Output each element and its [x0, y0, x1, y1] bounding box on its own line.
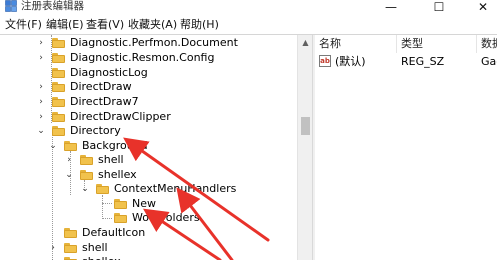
tree-item-label: DiagnosticLog	[70, 66, 148, 79]
folder-icon	[64, 242, 77, 253]
tree-item-shellex[interactable]: ⌄ shellex	[64, 167, 137, 182]
collapse-arrow-icon[interactable]: ⌄	[36, 123, 46, 138]
registry-editor-window: 注册表编辑器 — ☐ ✕ 文件(F) 编辑(E) 查看(V) 收藏夹(A) 帮助…	[0, 0, 497, 260]
tree-item-label: Diagnostic.Resmon.Config	[70, 51, 215, 64]
close-button[interactable]: ✕	[468, 0, 497, 14]
expand-arrow-icon[interactable]: ›	[64, 152, 74, 167]
folder-icon	[52, 37, 65, 48]
value-name[interactable]: (默认)	[335, 54, 366, 70]
folder-icon	[80, 169, 93, 180]
minimize-icon: —	[385, 0, 397, 14]
expand-arrow-icon[interactable]: ›	[36, 35, 46, 50]
scroll-thumb[interactable]	[301, 117, 310, 135]
collapse-arrow-icon[interactable]: ⌄	[80, 181, 90, 196]
tree-item-label: Directory	[70, 124, 121, 137]
collapse-arrow-icon[interactable]: ⌄	[48, 138, 58, 153]
tree-item-diagnostic-perfmon-document[interactable]: › Diagnostic.Perfmon.Document	[36, 35, 238, 50]
string-value-icon: ab	[319, 55, 331, 67]
tree-item-shell-2[interactable]: › shell	[48, 240, 108, 255]
tree-item-label: shellex	[98, 168, 137, 181]
folder-icon	[96, 183, 109, 194]
folder-icon	[52, 111, 65, 122]
menu-bar: 文件(F) 编辑(E) 查看(V) 收藏夹(A) 帮助(H)	[0, 16, 497, 34]
folder-icon	[64, 227, 77, 238]
menu-view[interactable]: 查看(V)	[86, 18, 124, 32]
tree-item-diagnostic-resmon-config[interactable]: › Diagnostic.Resmon.Config	[36, 50, 214, 65]
title-bar: 注册表编辑器 — ☐ ✕	[0, 0, 497, 16]
folder-icon	[52, 67, 65, 78]
folder-icon	[64, 140, 77, 151]
expander-placeholder	[36, 65, 46, 80]
value-type: REG_SZ	[401, 55, 445, 68]
tree-item-label: WorkFolders	[132, 211, 200, 224]
tree-vertical-scrollbar[interactable]: ▲	[297, 35, 312, 260]
tree-item-directdraw7[interactable]: › DirectDraw7	[36, 94, 139, 109]
menu-file[interactable]: 文件(F)	[5, 18, 42, 32]
tree-item-shell[interactable]: › shell	[64, 152, 124, 167]
folder-icon	[52, 96, 65, 107]
tree-item-label: ContextMenuHandlers	[114, 182, 237, 195]
column-header-data[interactable]: 数据	[477, 35, 497, 53]
column-header-name[interactable]: 名称	[315, 35, 397, 53]
tree-item-contextmenuhandlers[interactable]: ⌄ ContextMenuHandlers	[80, 181, 236, 196]
tree-item-label: Background	[82, 139, 148, 152]
tree-item-label: shell	[82, 241, 108, 254]
expander-placeholder	[98, 210, 108, 225]
menu-favorites[interactable]: 收藏夹(A)	[128, 18, 177, 32]
collapse-arrow-icon[interactable]: ⌄	[64, 167, 74, 182]
menu-edit[interactable]: 编辑(E)	[46, 18, 84, 32]
tree-item-label: DirectDraw7	[70, 95, 139, 108]
expand-arrow-icon[interactable]: ›	[48, 240, 58, 255]
column-header-type[interactable]: 类型	[397, 35, 477, 53]
tree-item-diagnosticlog[interactable]: DiagnosticLog	[36, 65, 148, 80]
expand-arrow-icon[interactable]: ›	[36, 79, 46, 94]
tree-item-directdraw[interactable]: › DirectDraw	[36, 79, 132, 94]
tree-item-label: New	[132, 197, 156, 210]
tree-item-shellex-2[interactable]: › shellex	[48, 254, 121, 260]
expand-arrow-icon[interactable]: ›	[36, 109, 46, 124]
folder-icon	[52, 81, 65, 92]
tree-item-workfolders[interactable]: WorkFolders	[98, 210, 200, 225]
scroll-up-icon[interactable]: ▲	[298, 35, 313, 50]
expand-arrow-icon[interactable]: ›	[36, 50, 46, 65]
expand-arrow-icon[interactable]: ›	[36, 94, 46, 109]
minimize-button[interactable]: —	[376, 0, 406, 14]
close-icon: ✕	[477, 0, 489, 14]
tree-item-background[interactable]: ⌄ Background	[48, 138, 148, 153]
tree-item-new[interactable]: New	[98, 196, 156, 211]
expander-placeholder	[98, 196, 108, 211]
tree-item-label: DefaultIcon	[82, 226, 146, 239]
tree-item-directdrawclipper[interactable]: › DirectDrawClipper	[36, 109, 171, 124]
expand-arrow-icon[interactable]: ›	[48, 254, 58, 260]
folder-icon	[64, 256, 77, 260]
folder-icon	[114, 212, 127, 223]
folder-icon	[52, 125, 65, 136]
maximize-icon: ☐	[433, 0, 445, 14]
tree-item-label: DirectDraw	[70, 80, 132, 93]
window-title: 注册表编辑器	[21, 0, 84, 12]
folder-icon	[80, 154, 93, 165]
value-data: Gac	[481, 55, 497, 68]
tree-item-defaulticon[interactable]: DefaultIcon	[48, 225, 145, 240]
menu-help[interactable]: 帮助(H)	[180, 18, 219, 32]
maximize-button[interactable]: ☐	[424, 0, 454, 14]
expander-placeholder	[48, 225, 58, 240]
tree-item-label: Diagnostic.Perfmon.Document	[70, 36, 238, 49]
key-tree-pane[interactable]: › Diagnostic.Perfmon.Document › Diagnost…	[0, 35, 312, 260]
folder-icon	[52, 52, 65, 63]
tree-item-label: DirectDrawClipper	[70, 110, 171, 123]
tree-item-label: shellex	[82, 254, 121, 260]
tree-item-label: shell	[98, 153, 124, 166]
values-list-pane[interactable]: 名称 类型 数据 ab (默认) REG_SZ Gac	[315, 35, 497, 260]
folder-icon	[114, 198, 127, 209]
registry-editor-icon	[5, 0, 17, 12]
tree-item-directory[interactable]: ⌄ Directory	[36, 123, 121, 138]
